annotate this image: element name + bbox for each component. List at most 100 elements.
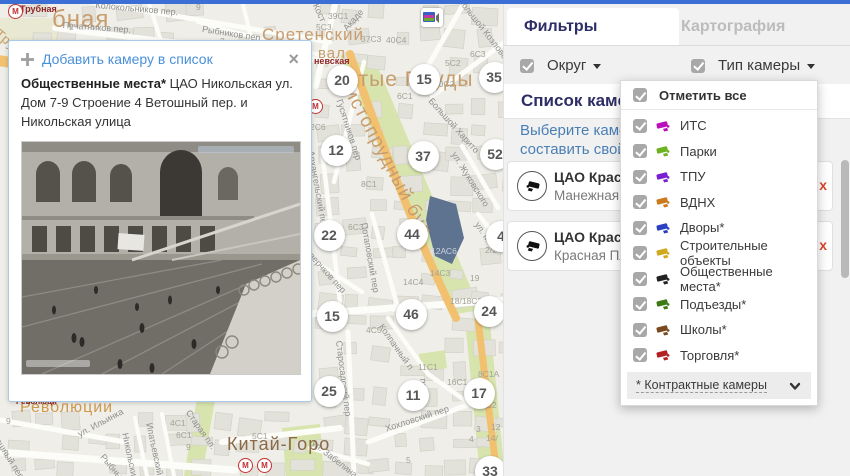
map-cluster-marker[interactable]: 24 [473, 295, 505, 327]
map-cluster-marker[interactable]: 44 [396, 218, 428, 250]
select-all-row[interactable]: Отметить все [621, 81, 817, 110]
cctv-camera-icon [517, 231, 547, 261]
camera-type-checkbox[interactable] [691, 58, 705, 73]
camera-type-item-label: ТПУ [680, 169, 706, 185]
map-label: 3 [4, 448, 9, 458]
map-label: 14/ [486, 433, 498, 443]
tv-poi-icon[interactable] [421, 8, 443, 27]
camera-type-filter[interactable]: Тип камеры [691, 57, 816, 74]
cctv-camera-icon [656, 143, 672, 159]
camera-type-item-checkbox[interactable] [633, 220, 647, 235]
map-label: 5С2 [445, 58, 461, 68]
camera-type-item[interactable]: Строительные объекты [621, 238, 817, 268]
camera-type-item-label: Школы* [680, 322, 727, 338]
camera-type-item-label: Парки [680, 143, 717, 159]
map-label: 4С1 [170, 418, 186, 428]
map-cluster-marker[interactable]: 35 [478, 61, 505, 93]
app-root: Трубная бная Колокольников пер. Печатников … [0, 0, 850, 476]
map-cluster-marker[interactable]: 15 [316, 300, 348, 332]
cctv-camera-icon [656, 296, 672, 312]
plus-icon [21, 52, 34, 66]
camera-type-item-checkbox[interactable] [633, 271, 647, 286]
panel-tabs: Фильтры Картография [504, 8, 850, 46]
map-cluster-marker[interactable]: 22 [313, 219, 345, 251]
camera-popup: Добавить камеру в список × Общественные … [8, 40, 312, 402]
close-icon[interactable]: × [288, 50, 299, 68]
camera-snapshot [21, 140, 301, 375]
camera-type-dropdown: Отметить все ИТС Парки ТПУ ВДНХ Дворы* С… [620, 80, 818, 406]
camera-type-item-checkbox[interactable] [633, 118, 647, 133]
camera-type-item[interactable]: Школы* [621, 317, 817, 343]
camera-type-item-checkbox[interactable] [633, 195, 647, 210]
map-label: 40С4 [386, 35, 407, 45]
camera-type-item[interactable]: Торговля* [621, 343, 817, 369]
remove-camera-icon[interactable]: х [819, 237, 827, 253]
add-camera-link[interactable]: Добавить камеру в список [42, 51, 213, 67]
camera-type-item-checkbox[interactable] [633, 348, 647, 363]
map-cluster-marker[interactable]: 12 [320, 134, 352, 166]
camera-type-item-checkbox[interactable] [633, 169, 647, 184]
chevron-down-icon[interactable] [788, 380, 802, 392]
map-cluster-marker[interactable]: 20 [326, 64, 358, 96]
camera-type-item-checkbox[interactable] [633, 246, 647, 261]
map-label: 6С3 [470, 49, 486, 59]
map-label: 14С3 [430, 268, 451, 278]
camera-type-item-checkbox[interactable] [633, 144, 647, 159]
cctv-camera-icon [656, 347, 672, 363]
map-label: 4 [469, 434, 474, 444]
camera-type-item-label: Дворы* [680, 220, 725, 236]
remove-camera-icon[interactable]: х [819, 177, 827, 193]
map-label: 39С1 [328, 11, 349, 21]
camera-type-item-label: ИТС [680, 118, 707, 134]
camera-description: Общественные места* ЦАО Никольская ул. Д… [9, 69, 311, 132]
select-all-checkbox[interactable] [633, 88, 647, 102]
chevron-down-icon [593, 64, 602, 69]
camera-type-item[interactable]: Подъезды* [621, 292, 817, 318]
cctv-camera-icon [656, 220, 672, 236]
map-label: Китай-Горо [227, 434, 331, 454]
camera-type-item[interactable]: Дворы* [621, 215, 817, 241]
metro-icon: М [8, 4, 23, 19]
contract-cameras-note[interactable]: * Контрактные камеры [636, 378, 767, 393]
camera-type-item[interactable]: ИТС [621, 113, 817, 139]
map-cluster-marker[interactable]: 25 [313, 375, 345, 407]
map-cluster-marker[interactable]: 11 [397, 379, 429, 411]
chevron-down-icon [807, 64, 816, 69]
map-cluster-marker[interactable]: 52 [479, 138, 505, 170]
camera-type-item-label: ВДНХ [680, 194, 716, 210]
map-cluster-marker[interactable]: 17 [463, 377, 495, 409]
camera-type-item[interactable]: Парки [621, 139, 817, 165]
map-label: 16С1 [447, 377, 468, 387]
tab-filters[interactable]: Фильтры [507, 8, 679, 45]
camera-type-item[interactable]: ТПУ [621, 164, 817, 190]
tab-cartography[interactable]: Картография [662, 8, 846, 45]
map-label: 6С1 [176, 430, 192, 440]
camera-popup-header: Добавить камеру в список × [9, 41, 311, 69]
camera-type-item[interactable]: Общественные места* [621, 263, 817, 294]
metro-icon: М [257, 458, 272, 473]
map-cluster-marker[interactable]: 46 [395, 298, 427, 330]
map-cluster-marker[interactable]: 15 [408, 63, 440, 95]
map-label: 5С1 [252, 431, 268, 441]
camera-type-item-checkbox[interactable] [633, 322, 647, 337]
cctv-camera-icon [656, 245, 672, 261]
panel-scrollbar[interactable] [841, 160, 849, 278]
map-label: 2С6 [310, 122, 326, 132]
map-label: 12 [491, 422, 501, 432]
district-filter[interactable]: Округ [520, 57, 602, 74]
camera-category: Общественные места* [21, 76, 167, 91]
map-label: 2 [69, 22, 74, 32]
map-label: 9 [6, 416, 11, 426]
map-label: 3 [476, 424, 481, 434]
district-checkbox[interactable] [520, 58, 534, 73]
cctv-camera-icon [656, 169, 672, 185]
camera-type-item[interactable]: ВДНХ [621, 190, 817, 216]
camera-type-item-label: Общественные места* [680, 263, 773, 294]
contract-cameras-footer: * Контрактные камеры [627, 372, 811, 399]
map-cluster-marker[interactable]: 37 [407, 140, 439, 172]
camera-type-item-label: Подъезды* [680, 296, 747, 312]
map-label: 6С1 [397, 91, 413, 101]
cctv-camera-icon [656, 194, 672, 210]
camera-type-item-checkbox[interactable] [633, 297, 647, 312]
camera-type-rows: ИТС Парки ТПУ ВДНХ Дворы* Строительные о… [621, 113, 817, 368]
